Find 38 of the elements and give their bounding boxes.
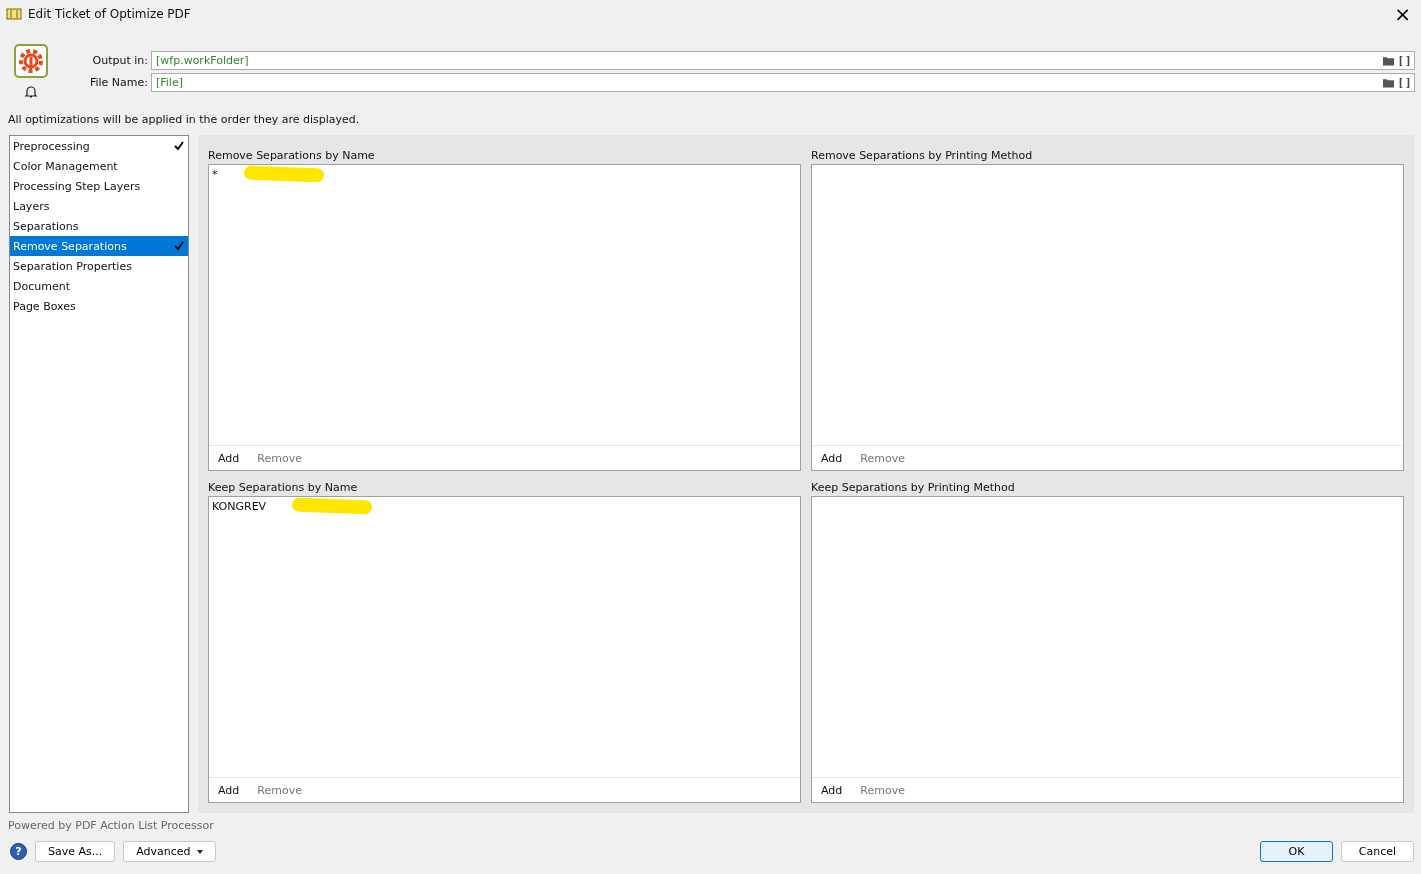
powered-by-text: Powered by PDF Action List Processor bbox=[7, 818, 215, 834]
list-title: Keep Separations by Printing Method bbox=[811, 480, 1016, 496]
folder-icon[interactable] bbox=[1383, 77, 1394, 88]
sidebar-item[interactable]: Processing Step Layers bbox=[10, 176, 188, 196]
sidebar-item[interactable]: Remove Separations bbox=[10, 236, 188, 256]
sidebar-item[interactable]: Separations bbox=[10, 216, 188, 236]
list-title: Keep Separations by Name bbox=[208, 480, 359, 496]
sidebar-item[interactable]: Separation Properties bbox=[10, 256, 188, 276]
field-label: Output in: bbox=[91, 54, 148, 67]
dropdown-button[interactable]: Advanced bbox=[123, 841, 216, 862]
sidebar-item[interactable]: Color Management bbox=[10, 156, 188, 176]
window-title: Edit Ticket of Optimize PDF bbox=[28, 7, 192, 21]
folder-icon[interactable] bbox=[1383, 55, 1394, 66]
list-entry[interactable]: KONGREV bbox=[212, 499, 267, 513]
bell-icon[interactable] bbox=[24, 85, 38, 99]
info-text: All optimizations will be applied in the order they are displayed. bbox=[7, 112, 361, 128]
brackets-icon[interactable] bbox=[1399, 77, 1410, 88]
field-label: File Name: bbox=[88, 76, 148, 89]
brackets-icon[interactable] bbox=[1399, 55, 1410, 66]
path-field[interactable]: [File] bbox=[151, 73, 1415, 92]
list-entry[interactable]: * bbox=[212, 167, 218, 181]
sidebar-item[interactable]: Preprocessing bbox=[10, 136, 188, 156]
save-button[interactable]: Save As... bbox=[35, 841, 116, 862]
cancel-button[interactable]: Cancel bbox=[1341, 841, 1414, 862]
ok-button[interactable]: OK bbox=[1260, 841, 1333, 862]
sidebar-item[interactable]: Layers bbox=[10, 196, 188, 216]
add-button[interactable]: Add bbox=[815, 451, 849, 465]
sidebar-item[interactable]: Document bbox=[10, 276, 188, 296]
sidebar-item[interactable]: Page Boxes bbox=[10, 296, 188, 316]
add-button[interactable]: Add bbox=[815, 783, 849, 797]
add-button[interactable]: Add bbox=[212, 783, 246, 797]
help-button[interactable]: ? bbox=[10, 843, 27, 860]
list-title: Remove Separations by Printing Method bbox=[811, 148, 1034, 164]
list-title: Remove Separations by Name bbox=[208, 148, 376, 164]
path-field[interactable]: [wfp.workFolder] bbox=[151, 51, 1415, 70]
gear-wrench-icon bbox=[14, 44, 48, 78]
add-button[interactable]: Add bbox=[212, 451, 246, 465]
close-button[interactable]: × bbox=[1390, 4, 1415, 24]
